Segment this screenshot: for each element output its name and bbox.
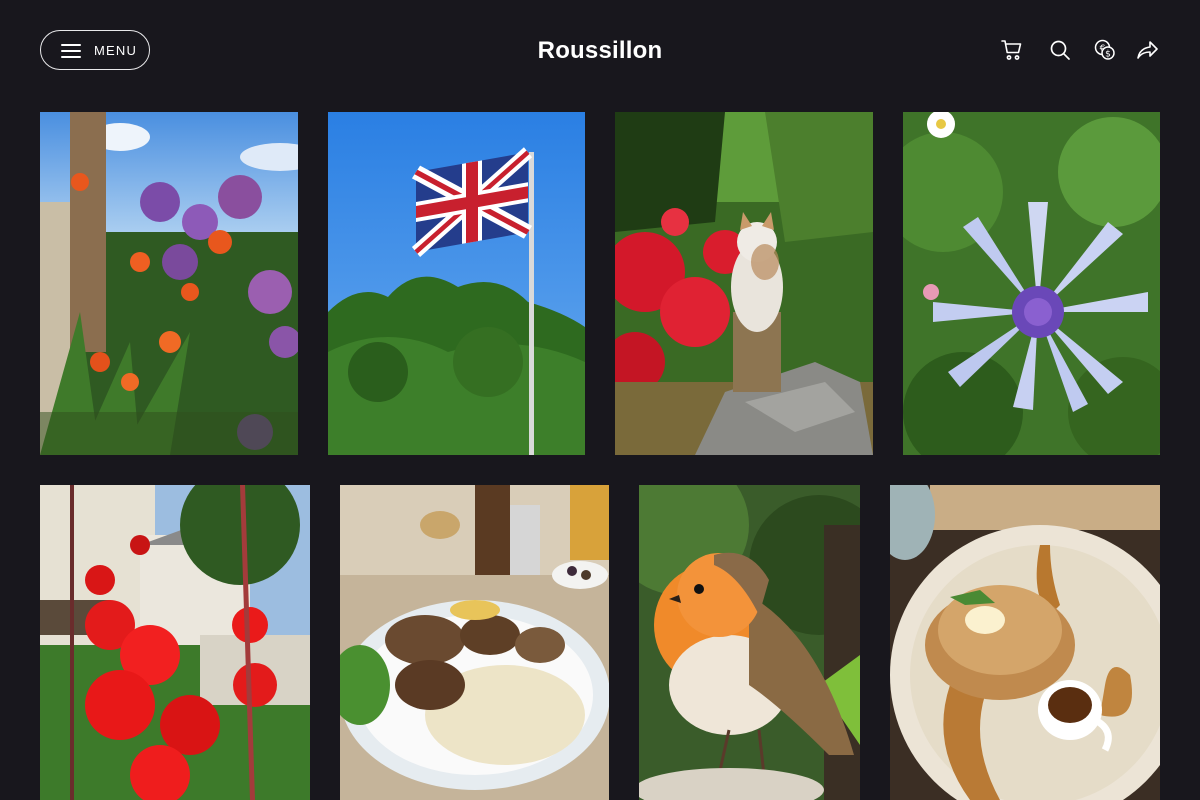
svg-text:$: $ — [1105, 50, 1111, 60]
photo-meal-plate[interactable] — [340, 485, 609, 800]
currency-icon[interactable]: € $ — [1093, 38, 1117, 62]
photo-pancake-dessert[interactable] — [890, 485, 1160, 800]
photo-union-jack-flag[interactable] — [328, 112, 585, 455]
share-icon[interactable] — [1136, 38, 1160, 62]
cart-icon[interactable] — [1000, 38, 1024, 62]
search-icon[interactable] — [1048, 38, 1072, 62]
photo-robin-bird[interactable] — [639, 485, 860, 800]
photo-flowers-garden[interactable] — [40, 112, 298, 455]
site-header: MENU Roussillon € $ — [0, 0, 1200, 100]
photo-cat-on-stones[interactable] — [615, 112, 873, 455]
photo-cornflower[interactable] — [903, 112, 1160, 455]
photo-red-gladiolus[interactable] — [40, 485, 310, 800]
